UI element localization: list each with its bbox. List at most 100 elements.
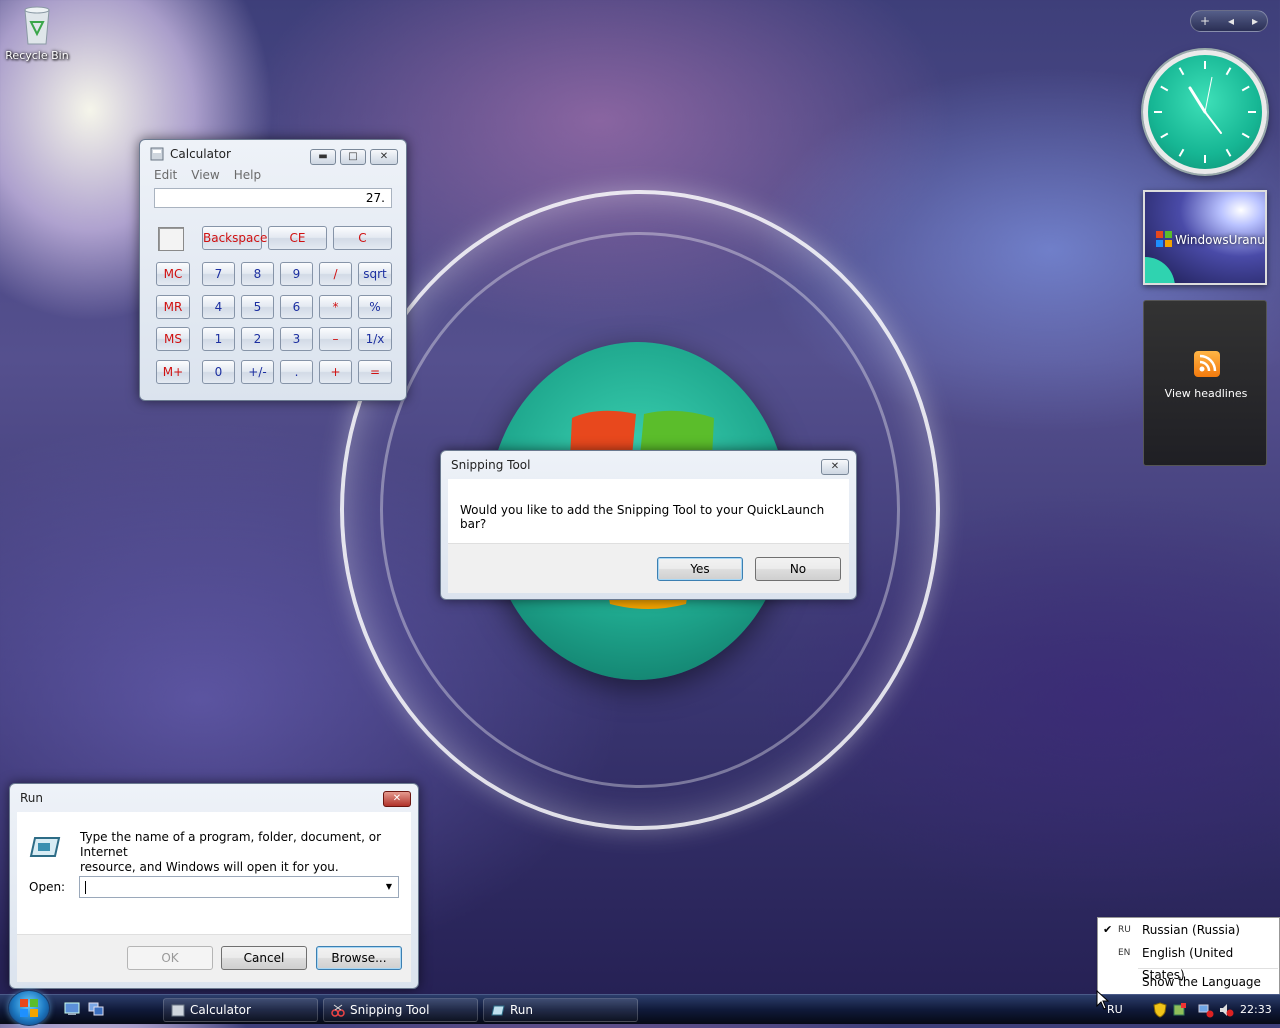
calculator-icon — [150, 147, 164, 161]
memory-clear-button[interactable]: MC — [156, 262, 190, 286]
sqrt-button[interactable]: sqrt — [358, 262, 392, 286]
minimize-icon: ▬ — [318, 151, 328, 162]
minimize-button[interactable]: ▬ — [310, 149, 336, 165]
chevron-down-icon[interactable]: ▼ — [383, 880, 395, 894]
taskbar-run-button[interactable]: Run — [483, 998, 638, 1022]
run-description: Type the name of a program, folder, docu… — [80, 830, 411, 875]
memory-store-button[interactable]: MS — [156, 327, 190, 351]
snipping-tool-dialog: Snipping Tool ✕ Would you like to add th… — [440, 450, 857, 600]
taskbar-snipping-tool-button[interactable]: Snipping Tool — [323, 998, 478, 1022]
text-caret — [85, 881, 86, 894]
digit-9-button[interactable]: 9 — [280, 262, 313, 286]
multiply-button[interactable]: * — [319, 295, 352, 319]
digit-0-button[interactable]: 0 — [202, 360, 235, 384]
add-button[interactable]: + — [319, 360, 352, 384]
slideshow-caption: WindowsUranus — [1175, 233, 1267, 247]
ok-button[interactable]: OK — [127, 946, 213, 970]
run-dialog: Run ✕ Type the name of a program, folder… — [9, 783, 419, 989]
next-gadget-button[interactable]: ▸ — [1252, 14, 1258, 28]
slideshow-gadget[interactable]: WindowsUranus — [1143, 190, 1267, 285]
taskbar-run-label: Run — [510, 1003, 534, 1017]
digit-5-button[interactable]: 5 — [241, 295, 274, 319]
show-desktop-icon[interactable] — [64, 1002, 80, 1016]
maximize-icon: □ — [348, 151, 358, 162]
run-dialog-titlebar[interactable]: Run — [10, 784, 418, 812]
view-headlines-link[interactable]: View headlines — [1144, 387, 1268, 400]
digit-2-button[interactable]: 2 — [241, 327, 274, 351]
close-button[interactable]: ✕ — [370, 149, 398, 165]
prev-gadget-button[interactable]: ◂ — [1228, 14, 1234, 28]
yes-button[interactable]: Yes — [657, 557, 743, 581]
run-close-button[interactable]: ✕ — [383, 791, 411, 807]
reciprocal-button[interactable]: 1/x — [358, 327, 392, 351]
clock-time[interactable]: 22:33 — [1240, 995, 1272, 1025]
taskbar-calculator-button[interactable]: Calculator — [163, 998, 318, 1022]
divide-button[interactable]: / — [319, 262, 352, 286]
digit-6-button[interactable]: 6 — [280, 295, 313, 319]
switch-windows-icon[interactable] — [88, 1002, 104, 1016]
calculator-window: Calculator ▬ □ ✕ Edit View Help 27. Back… — [139, 139, 407, 401]
language-item-russian[interactable]: ✔ RU Russian (Russia) — [1098, 919, 1279, 941]
start-button[interactable] — [8, 990, 50, 1026]
run-dialog-title: Run — [20, 791, 44, 805]
digit-7-button[interactable]: 7 — [202, 262, 235, 286]
language-menu: ✔ RU Russian (Russia) EN English (United… — [1097, 917, 1280, 1011]
no-button[interactable]: No — [755, 557, 841, 581]
safely-remove-hardware-icon[interactable] — [1172, 1002, 1188, 1018]
close-icon: ✕ — [379, 151, 389, 162]
network-icon[interactable] — [1198, 1002, 1214, 1018]
clock-gadget[interactable] — [1143, 50, 1267, 174]
calculator-display: 27. — [154, 188, 392, 208]
menu-view[interactable]: View — [191, 168, 219, 184]
add-gadget-button[interactable]: + — [1200, 14, 1210, 28]
digit-8-button[interactable]: 8 — [241, 262, 274, 286]
language-code: RU — [1118, 925, 1131, 935]
recycle-bin-label: Recycle Bin — [5, 49, 69, 62]
equals-button[interactable]: = — [358, 360, 392, 384]
mouse-pointer-icon — [1096, 990, 1110, 1010]
snipping-dialog-title: Snipping Tool — [451, 458, 531, 472]
recycle-bin-icon[interactable]: Recycle Bin — [2, 2, 72, 62]
calculator-icon — [171, 1004, 185, 1017]
memory-recall-button[interactable]: MR — [156, 295, 190, 319]
volume-muted-icon[interactable] — [1218, 1002, 1234, 1018]
digit-3-button[interactable]: 3 — [280, 327, 313, 351]
clear-button[interactable]: C — [333, 226, 392, 250]
calculator-titlebar[interactable]: Calculator — [140, 140, 406, 168]
backspace-button[interactable]: Backspace — [202, 226, 267, 250]
sign-button[interactable]: +/- — [241, 360, 274, 384]
show-language-bar-item[interactable]: Show the Language bar — [1098, 971, 1279, 1011]
gadget-toolbar: + ◂ ▸ — [1190, 10, 1268, 32]
menu-help[interactable]: Help — [234, 168, 261, 184]
taskbar-snipping-tool-label: Snipping Tool — [350, 1003, 430, 1017]
open-combobox[interactable]: ▼ — [79, 876, 399, 898]
memory-add-button[interactable]: M+ — [156, 360, 190, 384]
run-dialog-footer: OK Cancel Browse... — [17, 934, 411, 982]
digit-1-button[interactable]: 1 — [202, 327, 235, 351]
decimal-button[interactable]: . — [280, 360, 313, 384]
browse-button[interactable]: Browse... — [316, 946, 402, 970]
close-icon: ✕ — [392, 793, 402, 804]
percent-button[interactable]: % — [358, 295, 392, 319]
scissors-icon — [331, 1004, 345, 1017]
calculator-title: Calculator — [170, 147, 231, 161]
taskbar-calculator-label: Calculator — [190, 1003, 251, 1017]
maximize-button[interactable]: □ — [340, 149, 366, 165]
subtract-button[interactable]: – — [319, 327, 352, 351]
open-label: Open: — [29, 880, 66, 894]
feed-headlines-gadget[interactable]: View headlines — [1143, 300, 1267, 466]
snipping-dialog-titlebar[interactable]: Snipping Tool — [441, 451, 856, 479]
security-shield-icon[interactable] — [1152, 1002, 1168, 1018]
trash-icon — [24, 6, 50, 45]
rss-icon — [1194, 351, 1220, 377]
snipping-close-button[interactable]: ✕ — [821, 459, 849, 475]
menu-separator — [1138, 968, 1278, 969]
clear-entry-button[interactable]: CE — [268, 226, 327, 250]
memory-indicator — [158, 227, 184, 251]
language-item-english[interactable]: EN English (United States) — [1098, 942, 1279, 982]
cancel-button[interactable]: Cancel — [221, 946, 307, 970]
run-program-icon — [491, 1005, 505, 1016]
menu-edit[interactable]: Edit — [154, 168, 177, 184]
slideshow-planet-icon — [1145, 257, 1175, 283]
digit-4-button[interactable]: 4 — [202, 295, 235, 319]
